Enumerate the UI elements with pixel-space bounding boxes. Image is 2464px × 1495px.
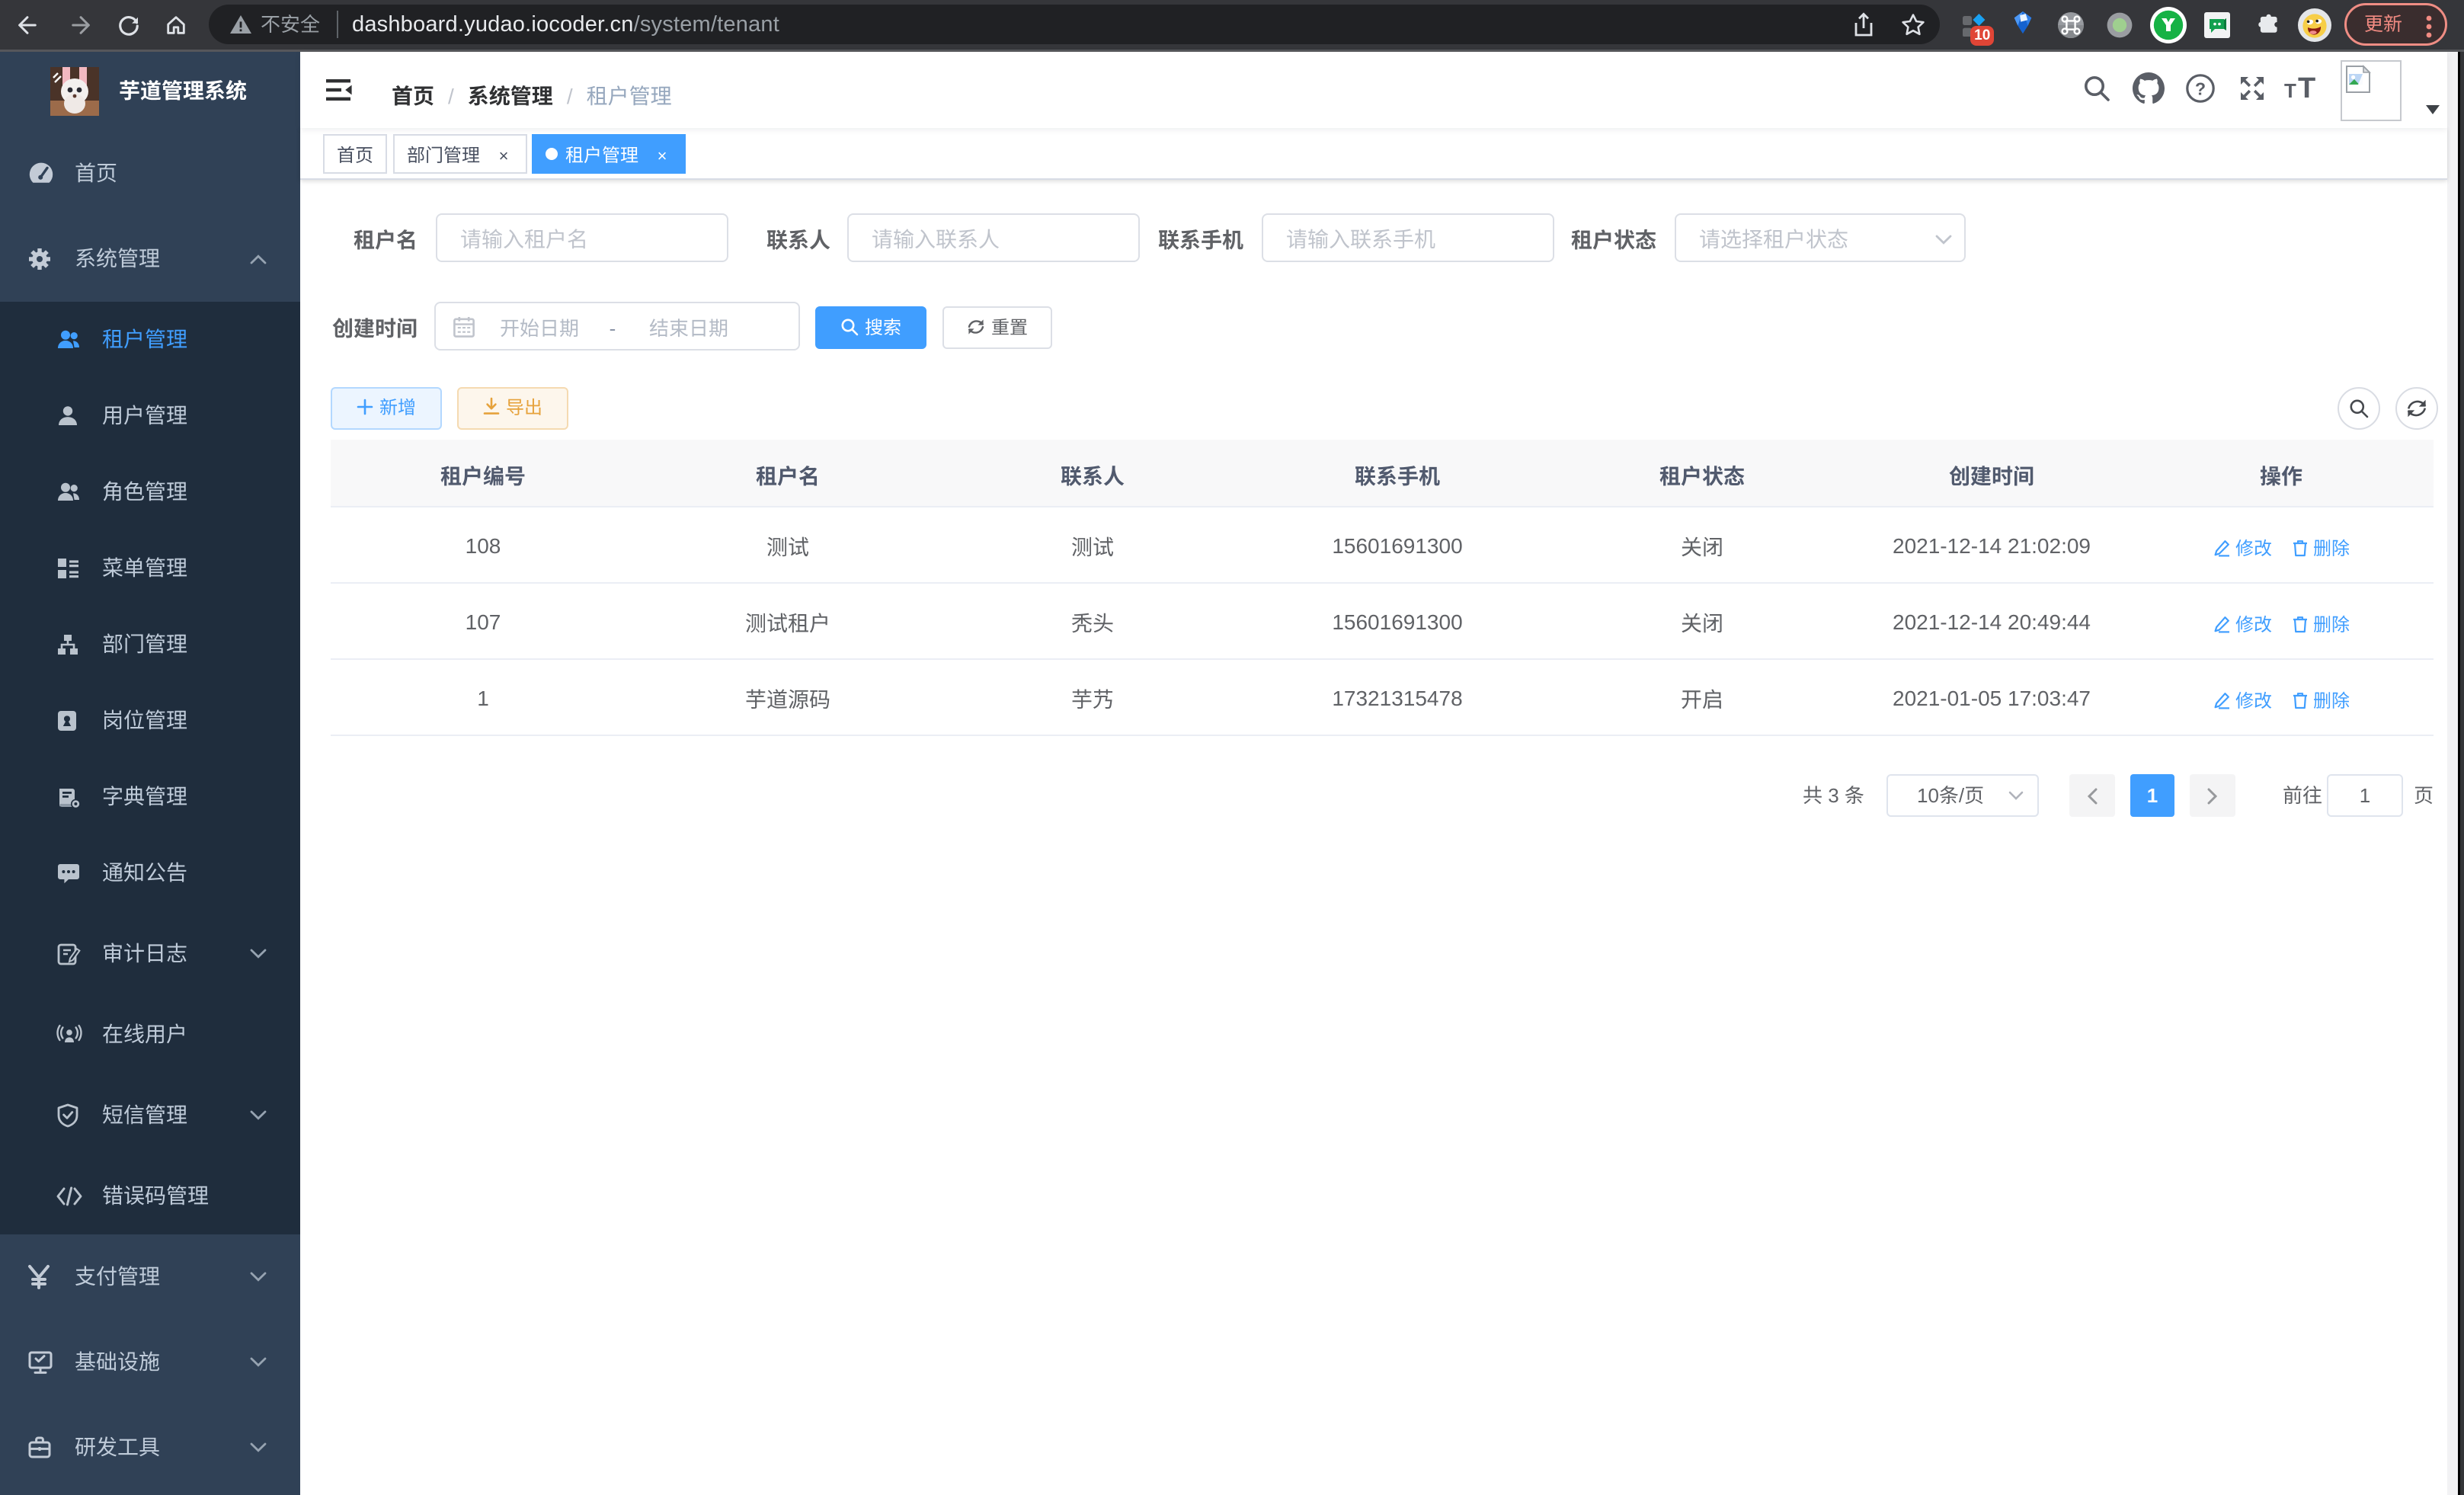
- svg-text:?: ?: [2195, 78, 2206, 98]
- svg-text:T: T: [2298, 75, 2315, 102]
- svg-text:T: T: [2284, 79, 2296, 102]
